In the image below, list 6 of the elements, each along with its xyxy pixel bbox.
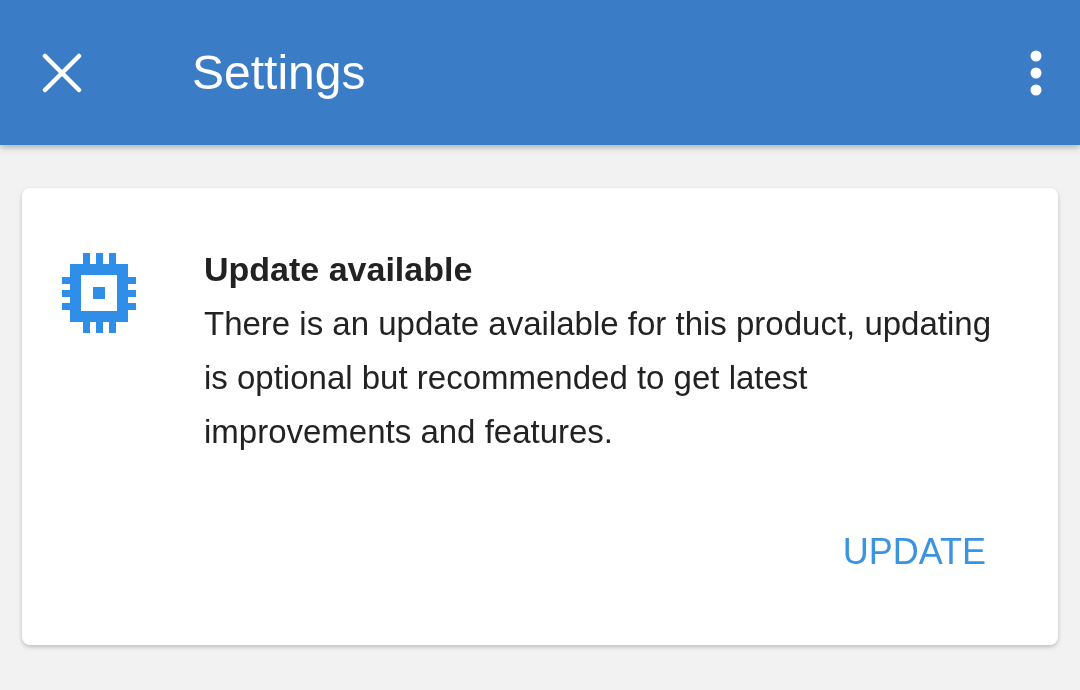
more-icon — [1030, 49, 1042, 96]
close-icon — [42, 52, 82, 93]
card-title: Update available — [204, 250, 474, 289]
update-button[interactable]: UPDATE — [842, 525, 986, 579]
screen-title: Settings — [192, 45, 367, 100]
card-message: There is an update available for this product, updating is optional but recommended to get latest improvements and features. — [204, 304, 992, 452]
